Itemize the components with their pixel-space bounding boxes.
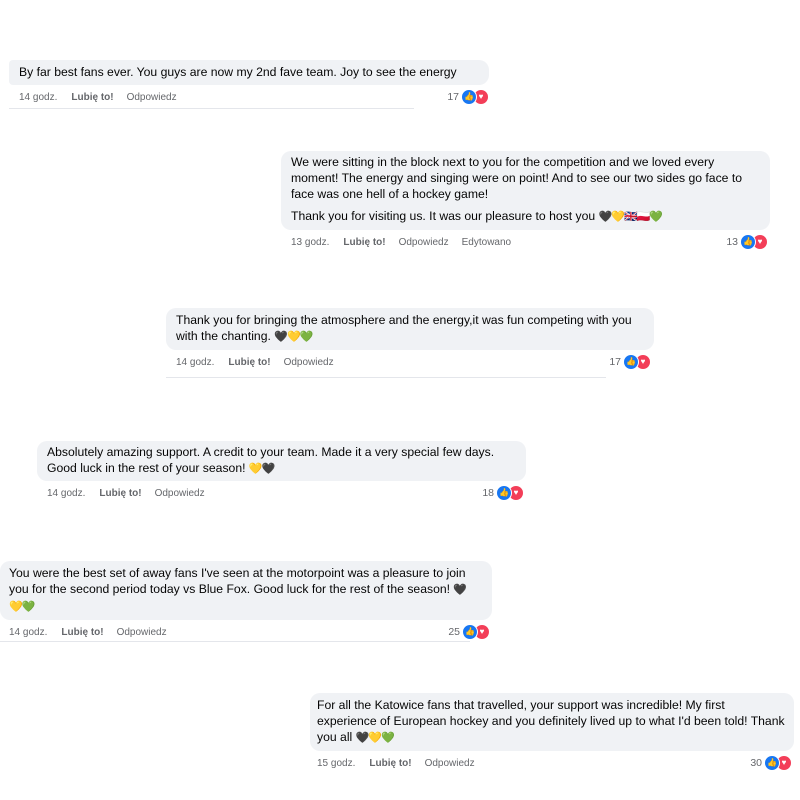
reply-button[interactable]: Odpowiedz [284, 357, 334, 368]
like-button[interactable]: Lubię to! [61, 627, 103, 638]
reaction-count: 17 [447, 91, 459, 103]
comment-meta: 14 godz. Lubię to! Odpowiedz 17 👍 ♥ [166, 353, 654, 371]
like-button[interactable]: Lubię to! [99, 488, 141, 499]
comment-timestamp[interactable]: 14 godz. [19, 92, 57, 103]
comment-bubble: You were the best set of away fans I've … [0, 561, 492, 620]
comment-text-paragraph: For all the Katowice fans that travelled… [317, 697, 786, 746]
like-reaction-icon: 👍 [462, 624, 478, 640]
comment-meta: 15 godz. Lubię to! Odpowiedz 30 👍 ♥ [310, 754, 794, 772]
comment-timestamp[interactable]: 14 godz. [176, 357, 214, 368]
like-reaction-icon: 👍 [496, 485, 512, 501]
comment-bubble: Absolutely amazing support. A credit to … [37, 441, 526, 481]
divider [166, 377, 606, 378]
comment-text: You were the best set of away fans I've … [9, 566, 466, 596]
reaction-summary[interactable]: 30 👍 ♥ [750, 754, 792, 772]
reply-button[interactable]: Odpowiedz [117, 627, 167, 638]
reply-button[interactable]: Odpowiedz [399, 237, 449, 248]
reaction-summary[interactable]: 18 👍 ♥ [482, 484, 524, 502]
comment-text-paragraph: Absolutely amazing support. A credit to … [47, 444, 516, 477]
comment-text: We were sitting in the block next to you… [291, 155, 742, 201]
like-reaction-icon: 👍 [461, 89, 477, 105]
comment-timestamp[interactable]: 14 godz. [9, 627, 47, 638]
like-button[interactable]: Lubię to! [369, 758, 411, 769]
like-reaction-icon: 👍 [623, 354, 639, 370]
reply-button[interactable]: Odpowiedz [127, 92, 177, 103]
comment-timestamp[interactable]: 13 godz. [291, 237, 329, 248]
reply-button[interactable]: Odpowiedz [155, 488, 205, 499]
comment: We were sitting in the block next to you… [281, 151, 770, 251]
comment-text-paragraph: Thank you for bringing the atmosphere an… [176, 312, 644, 345]
emoji-group: 🖤💛🇬🇧🇵🇱💚 [598, 211, 663, 223]
comment: Absolutely amazing support. A credit to … [37, 441, 526, 502]
reply-button[interactable]: Odpowiedz [425, 758, 475, 769]
comment-text: Thank you for bringing the atmosphere an… [176, 313, 632, 343]
emoji-group: 💛🖤 [248, 463, 275, 475]
comment: Thank you for bringing the atmosphere an… [166, 308, 654, 378]
comment-text-paragraph: You were the best set of away fans I've … [9, 565, 470, 615]
comment-timestamp[interactable]: 14 godz. [47, 488, 85, 499]
reaction-count: 18 [482, 487, 494, 499]
comment-meta: 14 godz. Lubię to! Odpowiedz 25 👍 ♥ [0, 623, 492, 641]
comment-bubble: Thank you for bringing the atmosphere an… [166, 308, 654, 350]
comment-text: Thank you for visiting us. It was our pl… [291, 209, 596, 223]
reaction-summary[interactable]: 17 👍 ♥ [609, 353, 651, 371]
comment-text-paragraph: Thank you for visiting us. It was our pl… [291, 208, 760, 225]
comment-meta: 14 godz. Lubię to! Odpowiedz 18 👍 ♥ [37, 484, 526, 502]
reaction-summary[interactable]: 13 👍 ♥ [726, 233, 768, 251]
reaction-count: 30 [750, 757, 762, 769]
comment-timestamp[interactable]: 15 godz. [317, 758, 355, 769]
like-button[interactable]: Lubię to! [71, 92, 113, 103]
reaction-count: 25 [448, 626, 460, 638]
comment: By far best fans ever. You guys are now … [9, 60, 489, 109]
comment-meta: 13 godz. Lubię to! Odpowiedz Edytowano 1… [281, 233, 770, 251]
edited-label[interactable]: Edytowano [462, 237, 511, 248]
comment: You were the best set of away fans I've … [0, 561, 492, 642]
emoji-group: 🖤💛💚 [274, 331, 313, 343]
comment-bubble: For all the Katowice fans that travelled… [310, 693, 794, 751]
reaction-count: 13 [726, 236, 738, 248]
emoji-group: 🖤💛💚 [355, 732, 395, 744]
comment-bubble: By far best fans ever. You guys are now … [9, 60, 489, 85]
reaction-count: 17 [609, 356, 621, 368]
comment-meta: 14 godz. Lubię to! Odpowiedz 17 👍 ♥ [9, 88, 489, 106]
comment: For all the Katowice fans that travelled… [310, 693, 794, 772]
reaction-summary[interactable]: 25 👍 ♥ [448, 623, 490, 641]
like-reaction-icon: 👍 [764, 755, 780, 771]
comment-text: By far best fans ever. You guys are now … [19, 65, 457, 79]
reaction-summary[interactable]: 17 👍 ♥ [447, 88, 489, 106]
like-button[interactable]: Lubię to! [343, 237, 385, 248]
like-reaction-icon: 👍 [740, 234, 756, 250]
comment-bubble: We were sitting in the block next to you… [281, 151, 770, 230]
like-button[interactable]: Lubię to! [228, 357, 270, 368]
divider [9, 108, 414, 109]
divider [0, 641, 470, 642]
